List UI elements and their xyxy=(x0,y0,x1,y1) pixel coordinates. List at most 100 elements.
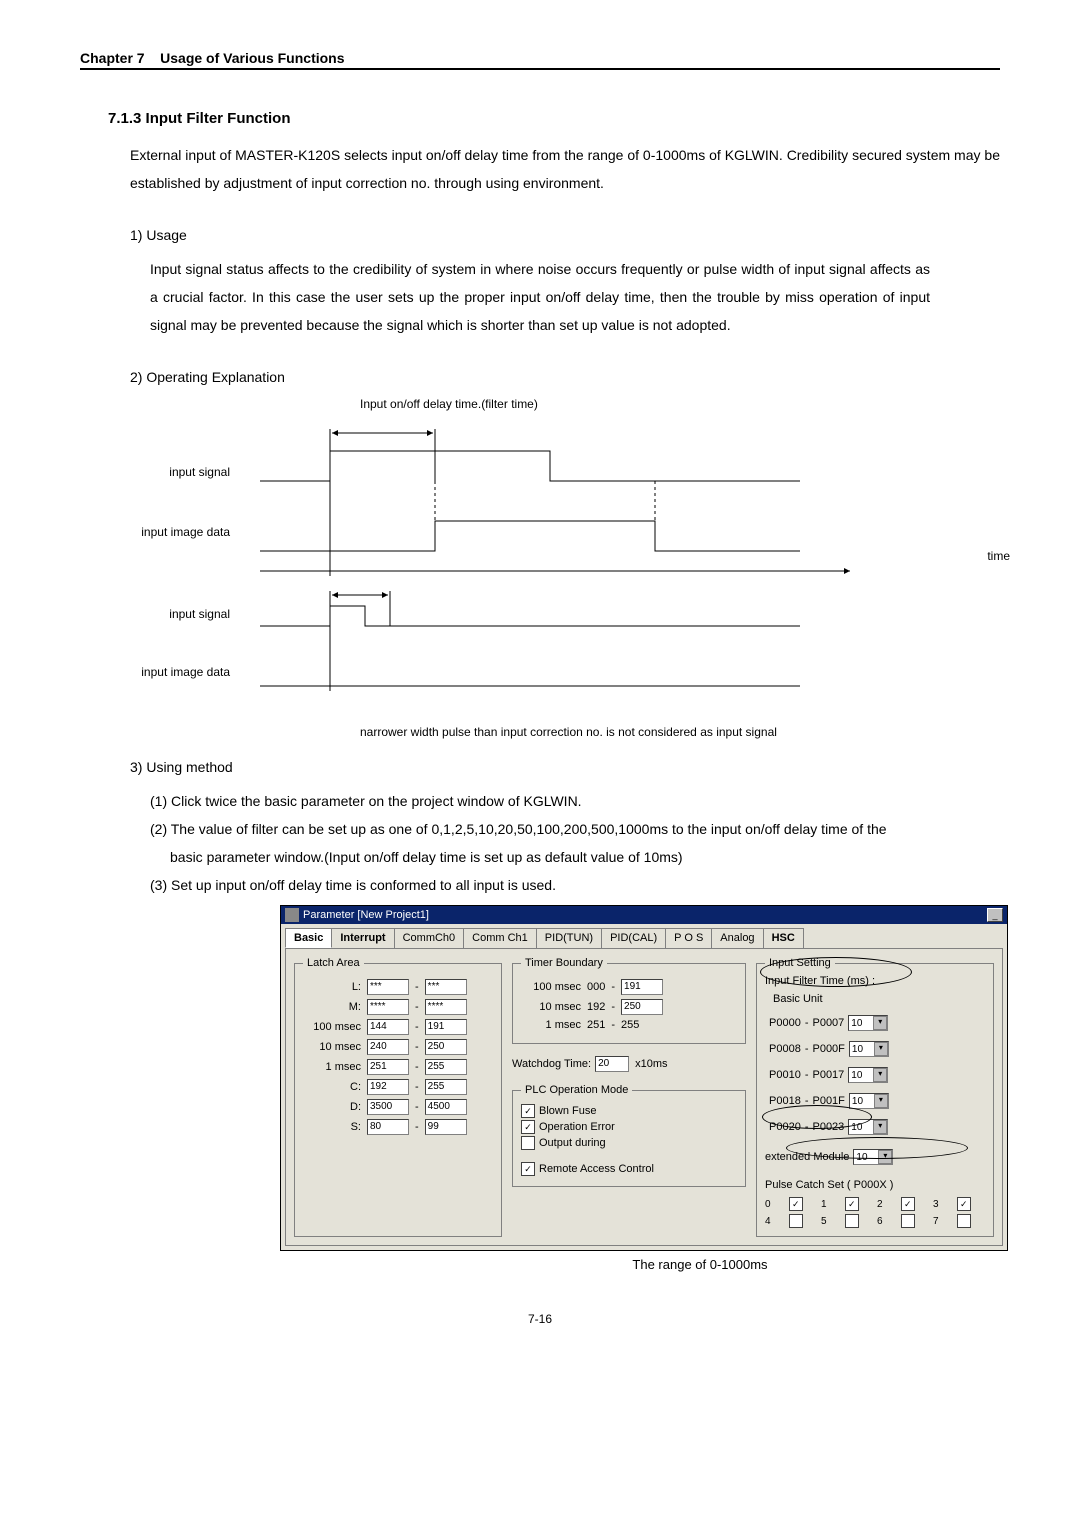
sel-r3[interactable]: 10▾ xyxy=(849,1093,889,1109)
cb-remote-access[interactable] xyxy=(521,1162,535,1176)
usage-paragraph: Input signal status affects to the credi… xyxy=(150,255,930,339)
latch-S-from[interactable]: 80 xyxy=(367,1119,409,1135)
cb-remote-access-label: Remote Access Control xyxy=(539,1163,654,1175)
label-C: C: xyxy=(303,1081,361,1093)
r0b: P0007 xyxy=(812,1017,844,1029)
latch-C-to[interactable]: 255 xyxy=(425,1079,467,1095)
pulse-cb-3[interactable] xyxy=(957,1197,971,1211)
tb-1-to: 255 xyxy=(621,1019,639,1031)
dialog-titlebar[interactable]: Parameter [New Project1] _ xyxy=(281,906,1007,924)
latch-1-to[interactable]: 255 xyxy=(425,1059,467,1075)
latch-M-to[interactable]: **** xyxy=(425,999,467,1015)
sel-r1[interactable]: 10▾ xyxy=(849,1041,889,1057)
watchdog-row: Watchdog Time: 20 x10ms xyxy=(512,1056,746,1072)
latch-L-to[interactable]: *** xyxy=(425,979,467,995)
cb-op-error-label: Operation Error xyxy=(539,1121,615,1133)
label-100msec: 100 msec xyxy=(303,1021,361,1033)
r1a: P0008 xyxy=(769,1043,801,1055)
tb-10-to[interactable]: 250 xyxy=(621,999,663,1015)
dialog-body: Latch Area L: ***- *** M: ****- **** 100… xyxy=(285,948,1003,1246)
latch-100-to[interactable]: 191 xyxy=(425,1019,467,1035)
r3a: P0018 xyxy=(769,1095,801,1107)
latch-M-from[interactable]: **** xyxy=(367,999,409,1015)
tb-100-label: 100 msec xyxy=(521,981,581,993)
cb-op-error[interactable] xyxy=(521,1120,535,1134)
timing-svg xyxy=(240,411,980,711)
using-method-list: (1) Click twice the basic parameter on t… xyxy=(150,787,1000,899)
tab-basic[interactable]: Basic xyxy=(285,928,332,948)
tab-interrupt[interactable]: Interrupt xyxy=(331,928,394,948)
latch-C-from[interactable]: 192 xyxy=(367,1079,409,1095)
latch-D-from[interactable]: 3500 xyxy=(367,1099,409,1115)
label-S: S: xyxy=(303,1121,361,1133)
label-M: M: xyxy=(303,1001,361,1013)
tb-10-from: 192 xyxy=(587,1001,605,1013)
row-label-image-data-2: input image data xyxy=(110,665,230,679)
method-step-2: (2) The value of filter can be set up as… xyxy=(150,815,1000,843)
parameter-dialog: Parameter [New Project1] _ Basic Interru… xyxy=(280,905,1008,1251)
latch-10-from[interactable]: 240 xyxy=(367,1039,409,1055)
sel-r0[interactable]: 10▾ xyxy=(848,1015,888,1031)
latch-10-to[interactable]: 250 xyxy=(425,1039,467,1055)
tab-pidcal[interactable]: PID(CAL) xyxy=(601,928,666,948)
cb-output-during-label: Output during xyxy=(539,1137,606,1149)
sel-r2[interactable]: 10▾ xyxy=(848,1067,888,1083)
latch-D-to[interactable]: 4500 xyxy=(425,1099,467,1115)
chevron-down-icon[interactable]: ▾ xyxy=(878,1150,892,1164)
pulse-cb-7[interactable] xyxy=(957,1214,971,1228)
pulse-catch-grid: 0 1 2 3 4 5 6 7 xyxy=(765,1197,985,1228)
close-icon[interactable]: _ xyxy=(987,908,1003,922)
label-D: D: xyxy=(303,1101,361,1113)
chevron-down-icon[interactable]: ▾ xyxy=(874,1042,888,1056)
chapter-header: Chapter 7 Usage of Various Functions xyxy=(80,50,1000,70)
tb-100-to[interactable]: 191 xyxy=(621,979,663,995)
chapter-title: Usage of Various Functions xyxy=(160,50,344,66)
chevron-down-icon[interactable]: ▾ xyxy=(873,1120,887,1134)
tab-pos[interactable]: P O S xyxy=(665,928,712,948)
cb-blown-fuse[interactable] xyxy=(521,1104,535,1118)
row-label-input-signal-1: input signal xyxy=(110,465,230,479)
tab-commch0[interactable]: CommCh0 xyxy=(394,928,465,948)
r3b: P001F xyxy=(812,1095,844,1107)
cb-output-during[interactable] xyxy=(521,1136,535,1150)
plc-legend: PLC Operation Mode xyxy=(521,1084,632,1096)
latch-area-group: Latch Area L: ***- *** M: ****- **** 100… xyxy=(294,957,502,1237)
tab-hsc[interactable]: HSC xyxy=(763,928,804,948)
pulse-cb-6[interactable] xyxy=(901,1214,915,1228)
pulse-cb-5[interactable] xyxy=(845,1214,859,1228)
tb-1-from: 251 xyxy=(587,1019,605,1031)
method-step-1: (1) Click twice the basic parameter on t… xyxy=(150,787,1000,815)
chevron-down-icon[interactable]: ▾ xyxy=(873,1016,887,1030)
latch-S-to[interactable]: 99 xyxy=(425,1119,467,1135)
basic-unit-label: Basic Unit xyxy=(773,993,985,1005)
tab-analog[interactable]: Analog xyxy=(711,928,763,948)
latch-1-from[interactable]: 251 xyxy=(367,1059,409,1075)
operating-heading: 2) Operating Explanation xyxy=(130,369,1000,385)
time-axis-label: time xyxy=(987,549,1010,563)
watchdog-input[interactable]: 20 xyxy=(595,1056,629,1072)
pulse-catch-label: Pulse Catch Set ( P000X ) xyxy=(765,1179,985,1191)
dialog-title: Parameter [New Project1] xyxy=(303,909,429,921)
r2b: P0017 xyxy=(812,1069,844,1081)
latch-L-from[interactable]: *** xyxy=(367,979,409,995)
sel-ext[interactable]: 10▾ xyxy=(853,1149,893,1165)
plc-mode-group: PLC Operation Mode Blown Fuse Operation … xyxy=(512,1084,746,1187)
timing-diagram: Input on/off delay time.(filter time) in… xyxy=(240,397,980,717)
sel-r4[interactable]: 10▾ xyxy=(848,1119,888,1135)
chevron-down-icon[interactable]: ▾ xyxy=(874,1094,888,1108)
tab-commch1[interactable]: Comm Ch1 xyxy=(463,928,537,948)
dialog-tabs: Basic Interrupt CommCh0 Comm Ch1 PID(TUN… xyxy=(281,924,1007,948)
chevron-down-icon[interactable]: ▾ xyxy=(873,1068,887,1082)
usage-heading: 1) Usage xyxy=(130,227,1000,243)
r4a: P0020 xyxy=(769,1121,801,1133)
tab-pidtun[interactable]: PID(TUN) xyxy=(536,928,602,948)
latch-100-from[interactable]: 144 xyxy=(367,1019,409,1035)
timer-legend: Timer Boundary xyxy=(521,957,607,969)
pulse-cb-2[interactable] xyxy=(901,1197,915,1211)
label-1msec: 1 msec xyxy=(303,1061,361,1073)
pulse-cb-1[interactable] xyxy=(845,1197,859,1211)
cb-blown-fuse-label: Blown Fuse xyxy=(539,1105,596,1117)
pulse-cb-0[interactable] xyxy=(789,1197,803,1211)
filter-time-label: Input on/off delay time.(filter time) xyxy=(360,397,538,411)
pulse-cb-4[interactable] xyxy=(789,1214,803,1228)
